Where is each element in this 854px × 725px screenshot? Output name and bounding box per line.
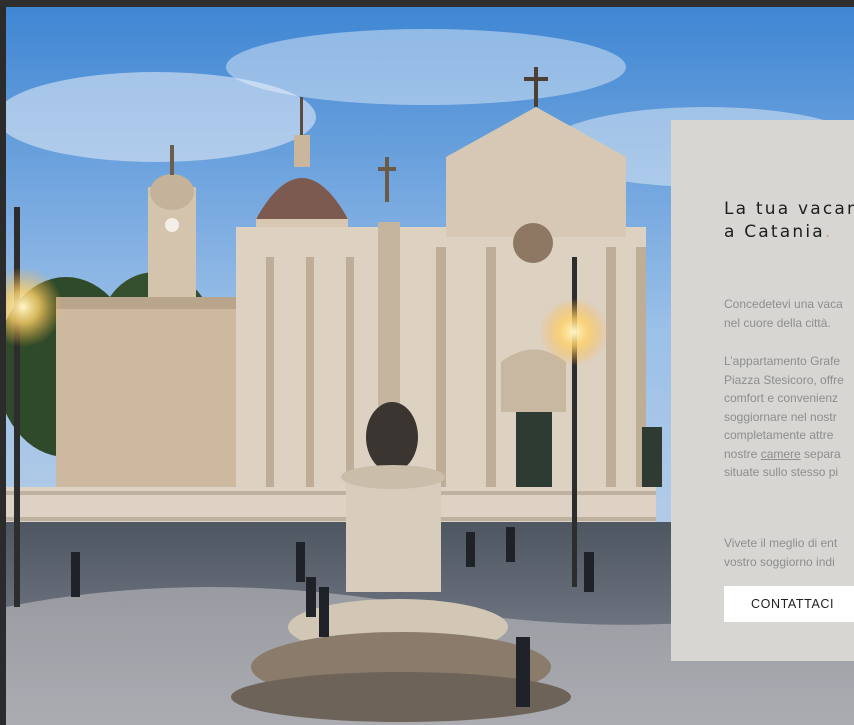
browser-top-bar — [0, 0, 854, 7]
contact-button[interactable]: CONTATTACI — [724, 586, 854, 622]
description-text: nostre — [724, 446, 761, 461]
description-line: Piazza Stesicoro, offre — [724, 372, 844, 387]
description-line: situate sullo stesso pi — [724, 465, 839, 479]
title-line-1: La tua vacanz — [724, 199, 854, 219]
description-line: L’appartamento Grafe — [724, 354, 841, 368]
intro-line: Concedetevi una vaca — [724, 297, 843, 311]
intro-line: nel cuore della città. — [724, 315, 831, 330]
intro-paragraph: Concedetevi una vaca nel cuore della cit… — [724, 295, 843, 332]
closing-line: Vivete il meglio di ent — [724, 536, 838, 550]
description-line: completamente attre — [724, 428, 834, 442]
title-city: a Catania — [724, 222, 825, 242]
closing-paragraph: Vivete il meglio di ent vostro soggiorno… — [724, 534, 837, 571]
title-period: . — [824, 222, 833, 242]
camere-link[interactable]: camere — [761, 447, 801, 461]
closing-line: vostro soggiorno indi — [724, 554, 835, 569]
description-line: nostre camere separa — [724, 445, 844, 464]
description-line: soggiornare nel nostr — [724, 409, 837, 424]
description-text: separa — [800, 446, 841, 461]
info-panel: La tua vacanz a Catania. Concedetevi una… — [671, 120, 854, 661]
description-line: comfort e convenienz — [724, 391, 839, 405]
contact-button-label: CONTATTACI — [751, 597, 835, 611]
panel-title: La tua vacanz a Catania. — [724, 198, 854, 244]
description-paragraph: L’appartamento Grafe Piazza Stesicoro, o… — [724, 352, 844, 482]
title-line-2: a Catania. — [724, 221, 854, 244]
